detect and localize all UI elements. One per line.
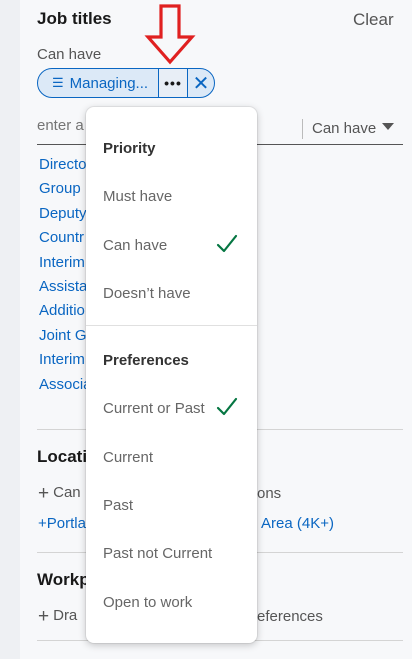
job-titles-heading: Job titles: [37, 9, 112, 28]
menu-item-current-or-past[interactable]: Current or Past: [103, 400, 205, 417]
checkmark-icon: [216, 234, 238, 253]
menu-item-can-have[interactable]: Can have: [103, 237, 167, 254]
suggestion-item[interactable]: Joint G: [39, 327, 92, 351]
add-workplace-label-tail: eferences: [257, 608, 323, 625]
chip-remove-button[interactable]: ✕: [188, 69, 214, 97]
menu-item-must-have[interactable]: Must have: [103, 188, 172, 205]
locations-heading: Locati: [37, 447, 88, 466]
priority-heading: Priority: [103, 140, 156, 157]
add-location-button[interactable]: + Can: [38, 483, 81, 505]
suggestion-item[interactable]: Additio: [39, 302, 92, 326]
annotation-arrow-down-icon: [144, 4, 196, 65]
suggestion-item[interactable]: Countr: [39, 229, 92, 253]
menu-item-past[interactable]: Past: [103, 497, 133, 514]
can-have-label: Can have: [37, 46, 102, 63]
suggestion-item[interactable]: Deputy: [39, 205, 92, 229]
plus-icon: +: [38, 483, 50, 504]
input-divider: [302, 119, 303, 139]
chip-options-dropdown: Priority Must have Can have Doesn’t have…: [86, 107, 257, 643]
suggestion-list: Directo Group Deputy Countr Interim Assi…: [39, 156, 92, 400]
caret-down-icon[interactable]: [382, 123, 394, 130]
menu-item-current[interactable]: Current: [103, 449, 153, 466]
location-suggestion-tail[interactable]: Area (4K+): [261, 515, 334, 532]
suggestion-item[interactable]: Interim: [39, 254, 92, 278]
suggestion-item[interactable]: Directo: [39, 156, 92, 180]
menu-divider: [86, 325, 257, 326]
job-title-chip: ☰ Managing... ••• ✕: [37, 68, 215, 98]
menu-item-past-not-current[interactable]: Past not Current: [103, 545, 212, 562]
chip-more-button[interactable]: •••: [158, 69, 188, 97]
chip-label: Managing...: [69, 74, 149, 92]
add-workplace-button[interactable]: + Dra: [38, 606, 77, 628]
suggestion-item[interactable]: Assista: [39, 278, 92, 302]
location-suggestion[interactable]: +Portla: [38, 515, 86, 532]
menu-item-doesnt-have[interactable]: Doesn’t have: [103, 285, 191, 302]
checkmark-icon: [216, 397, 238, 416]
suggestion-item[interactable]: Interim: [39, 351, 92, 375]
chip-label-area[interactable]: ☰ Managing...: [38, 69, 158, 97]
clear-button[interactable]: Clear: [353, 10, 394, 30]
priority-select[interactable]: Can have: [312, 120, 376, 137]
add-location-label-tail: ons: [257, 485, 282, 502]
workplace-heading: Workp: [37, 570, 90, 589]
suggestion-item[interactable]: Associa: [39, 376, 92, 400]
suggestion-item[interactable]: Group: [39, 180, 92, 204]
menu-item-open-to-work[interactable]: Open to work: [103, 594, 192, 611]
preferences-heading: Preferences: [103, 352, 189, 369]
plus-icon: +: [38, 606, 50, 627]
list-icon: ☰: [52, 75, 64, 90]
left-strip: [0, 0, 20, 659]
